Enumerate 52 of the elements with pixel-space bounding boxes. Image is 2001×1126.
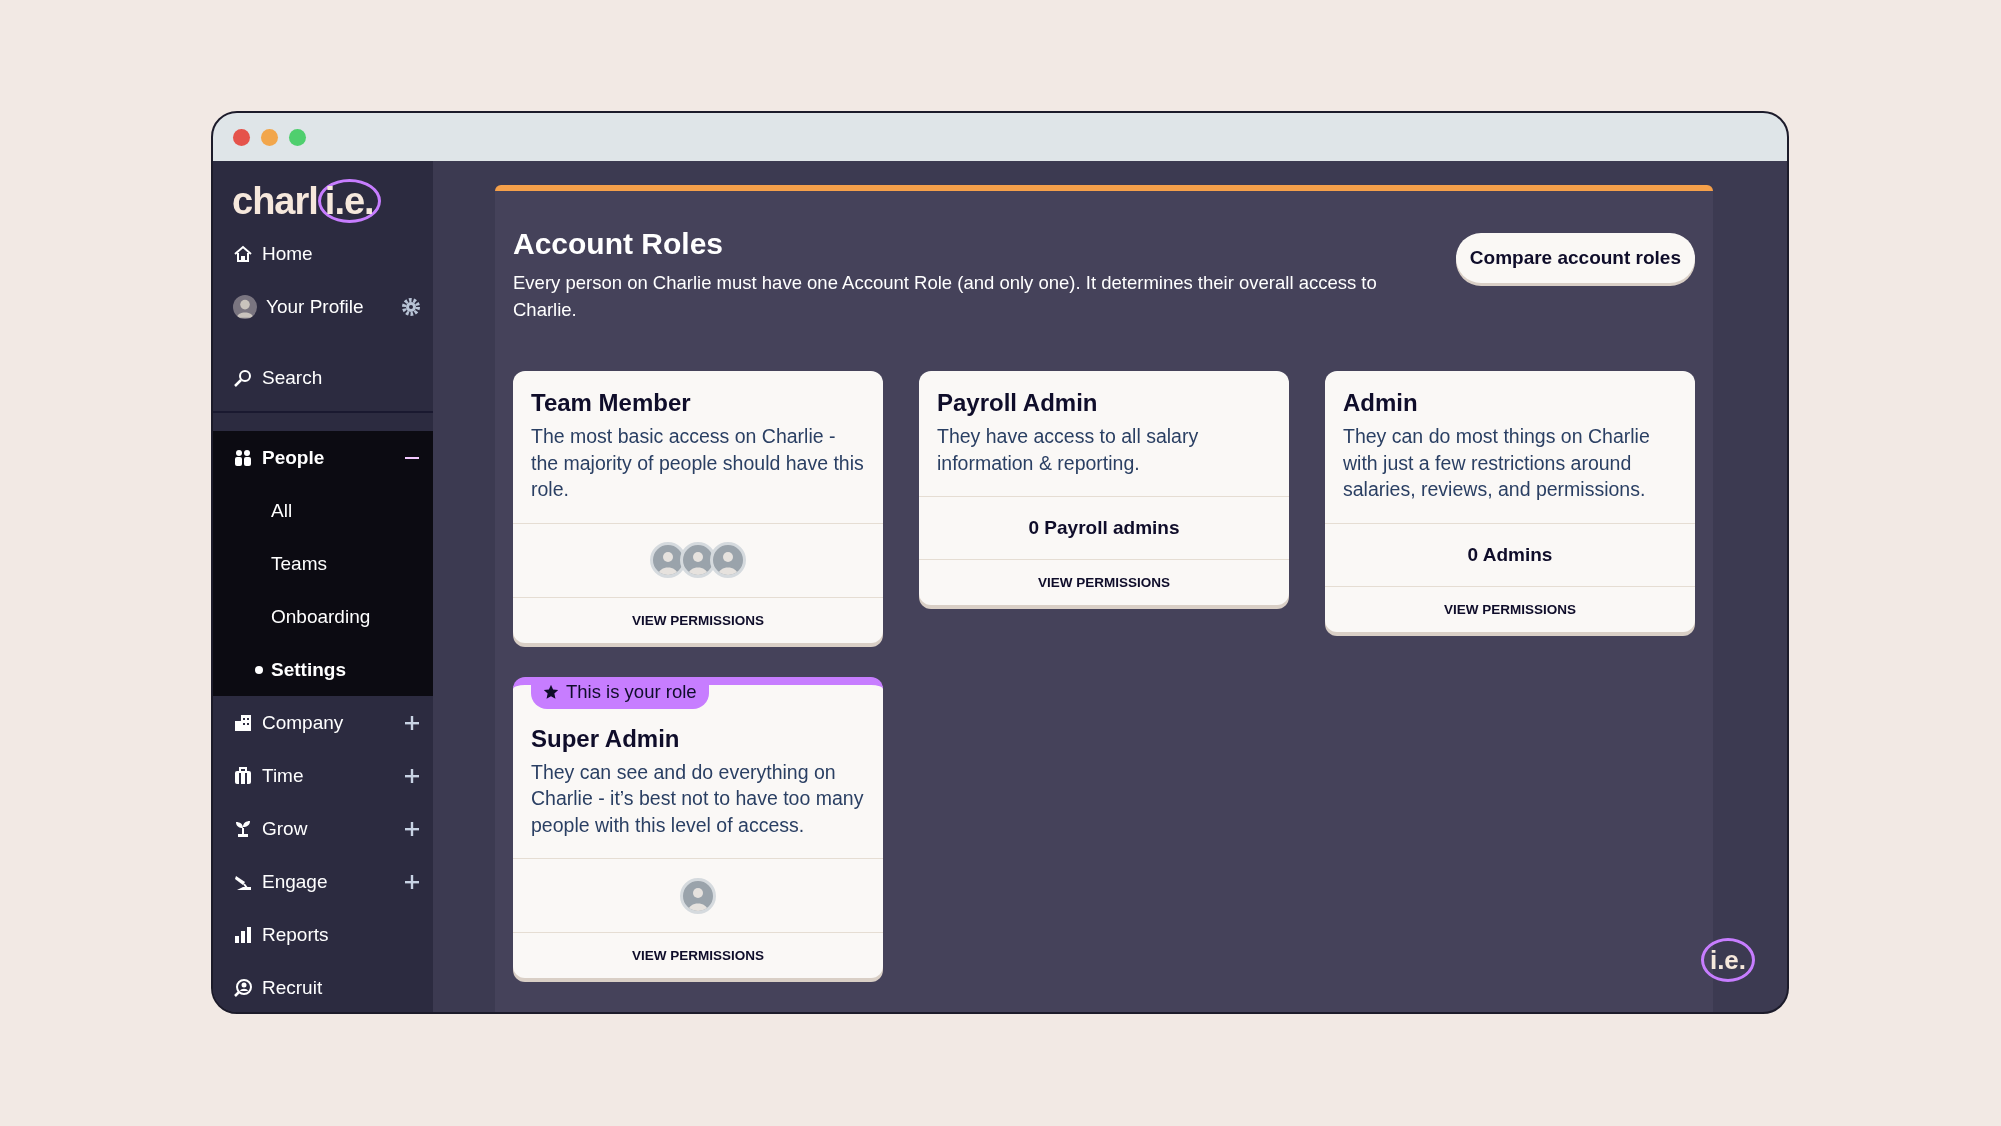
nav-subitem[interactable]: Teams (271, 552, 327, 575)
sprout-icon (233, 818, 253, 839)
star-icon (543, 684, 559, 700)
nav-section[interactable]: Reports (262, 923, 421, 946)
avatar (680, 877, 716, 914)
view-permissions-button[interactable]: VIEW PERMISSIONS (1325, 586, 1695, 632)
nav-section[interactable]: Company (262, 711, 394, 734)
member-count: 0 Admins (1467, 543, 1553, 566)
page-title: Account Roles (513, 227, 725, 261)
your-role-badge: This is your role (531, 684, 709, 709)
nav-section[interactable]: Grow (262, 817, 394, 840)
role-description: The most basic access on Charlie - the majority of people should have this role. (531, 424, 865, 502)
role-title: Payroll Admin (937, 389, 1099, 417)
avatar-icon (233, 294, 257, 319)
nav-section[interactable]: Time (262, 764, 394, 787)
bar-chart-icon (233, 924, 253, 945)
page-description: Every person on Charlie must have one Account Role (and only one). It determines their overall access to Charlie. (513, 271, 1378, 322)
nav-item[interactable]: Search (262, 366, 421, 389)
role-description: They have access to all salary information & reporting. (937, 424, 1200, 476)
role-description: They can see and do everything on Charlie - it’s best not to have too many people with this level of access. (531, 759, 865, 838)
people-icon (233, 447, 253, 468)
role-description: They can do most things on Charlie with just a few restrictions around salaries, reviews, and permissions. (1343, 424, 1651, 502)
expand-icon[interactable] (403, 872, 421, 891)
nav-section[interactable]: People (262, 446, 394, 469)
nav-item[interactable]: Your Profile (266, 295, 392, 318)
role-title: Team Member (531, 389, 692, 417)
nav-section[interactable]: Recruit (262, 976, 421, 999)
nav-subitem[interactable]: Onboarding (271, 605, 371, 628)
logo[interactable]: charl i.e. (213, 175, 433, 227)
view-permissions-button[interactable]: VIEW PERMISSIONS (919, 560, 1289, 605)
view-permissions-button[interactable]: VIEW PERMISSIONS (513, 597, 883, 643)
person-search-icon (233, 977, 253, 998)
settings-icon (401, 296, 421, 317)
view-permissions-button[interactable]: VIEW PERMISSIONS (513, 933, 883, 978)
avatar (710, 542, 746, 578)
compare-roles-button[interactable]: Compare account roles (1455, 233, 1695, 283)
expand-icon[interactable] (403, 713, 421, 732)
role-title: Super Admin (531, 724, 681, 753)
expand-icon[interactable] (403, 766, 421, 785)
search-icon (233, 367, 253, 388)
nav-subitem[interactable]: Settings (271, 658, 346, 681)
house-icon (233, 243, 253, 264)
help-button[interactable]: i.e. (1701, 938, 1755, 982)
nav-section[interactable]: Engage (262, 870, 394, 893)
briefcase-icon (233, 765, 253, 786)
expand-icon[interactable] (403, 819, 421, 838)
member-count: 0 Payroll admins (1028, 517, 1180, 539)
nav-subitem[interactable]: All (271, 499, 293, 522)
role-title: Admin (1343, 389, 1419, 417)
building-icon (233, 712, 253, 733)
nav-item[interactable]: Home (262, 242, 421, 265)
close-icon[interactable] (233, 128, 250, 146)
